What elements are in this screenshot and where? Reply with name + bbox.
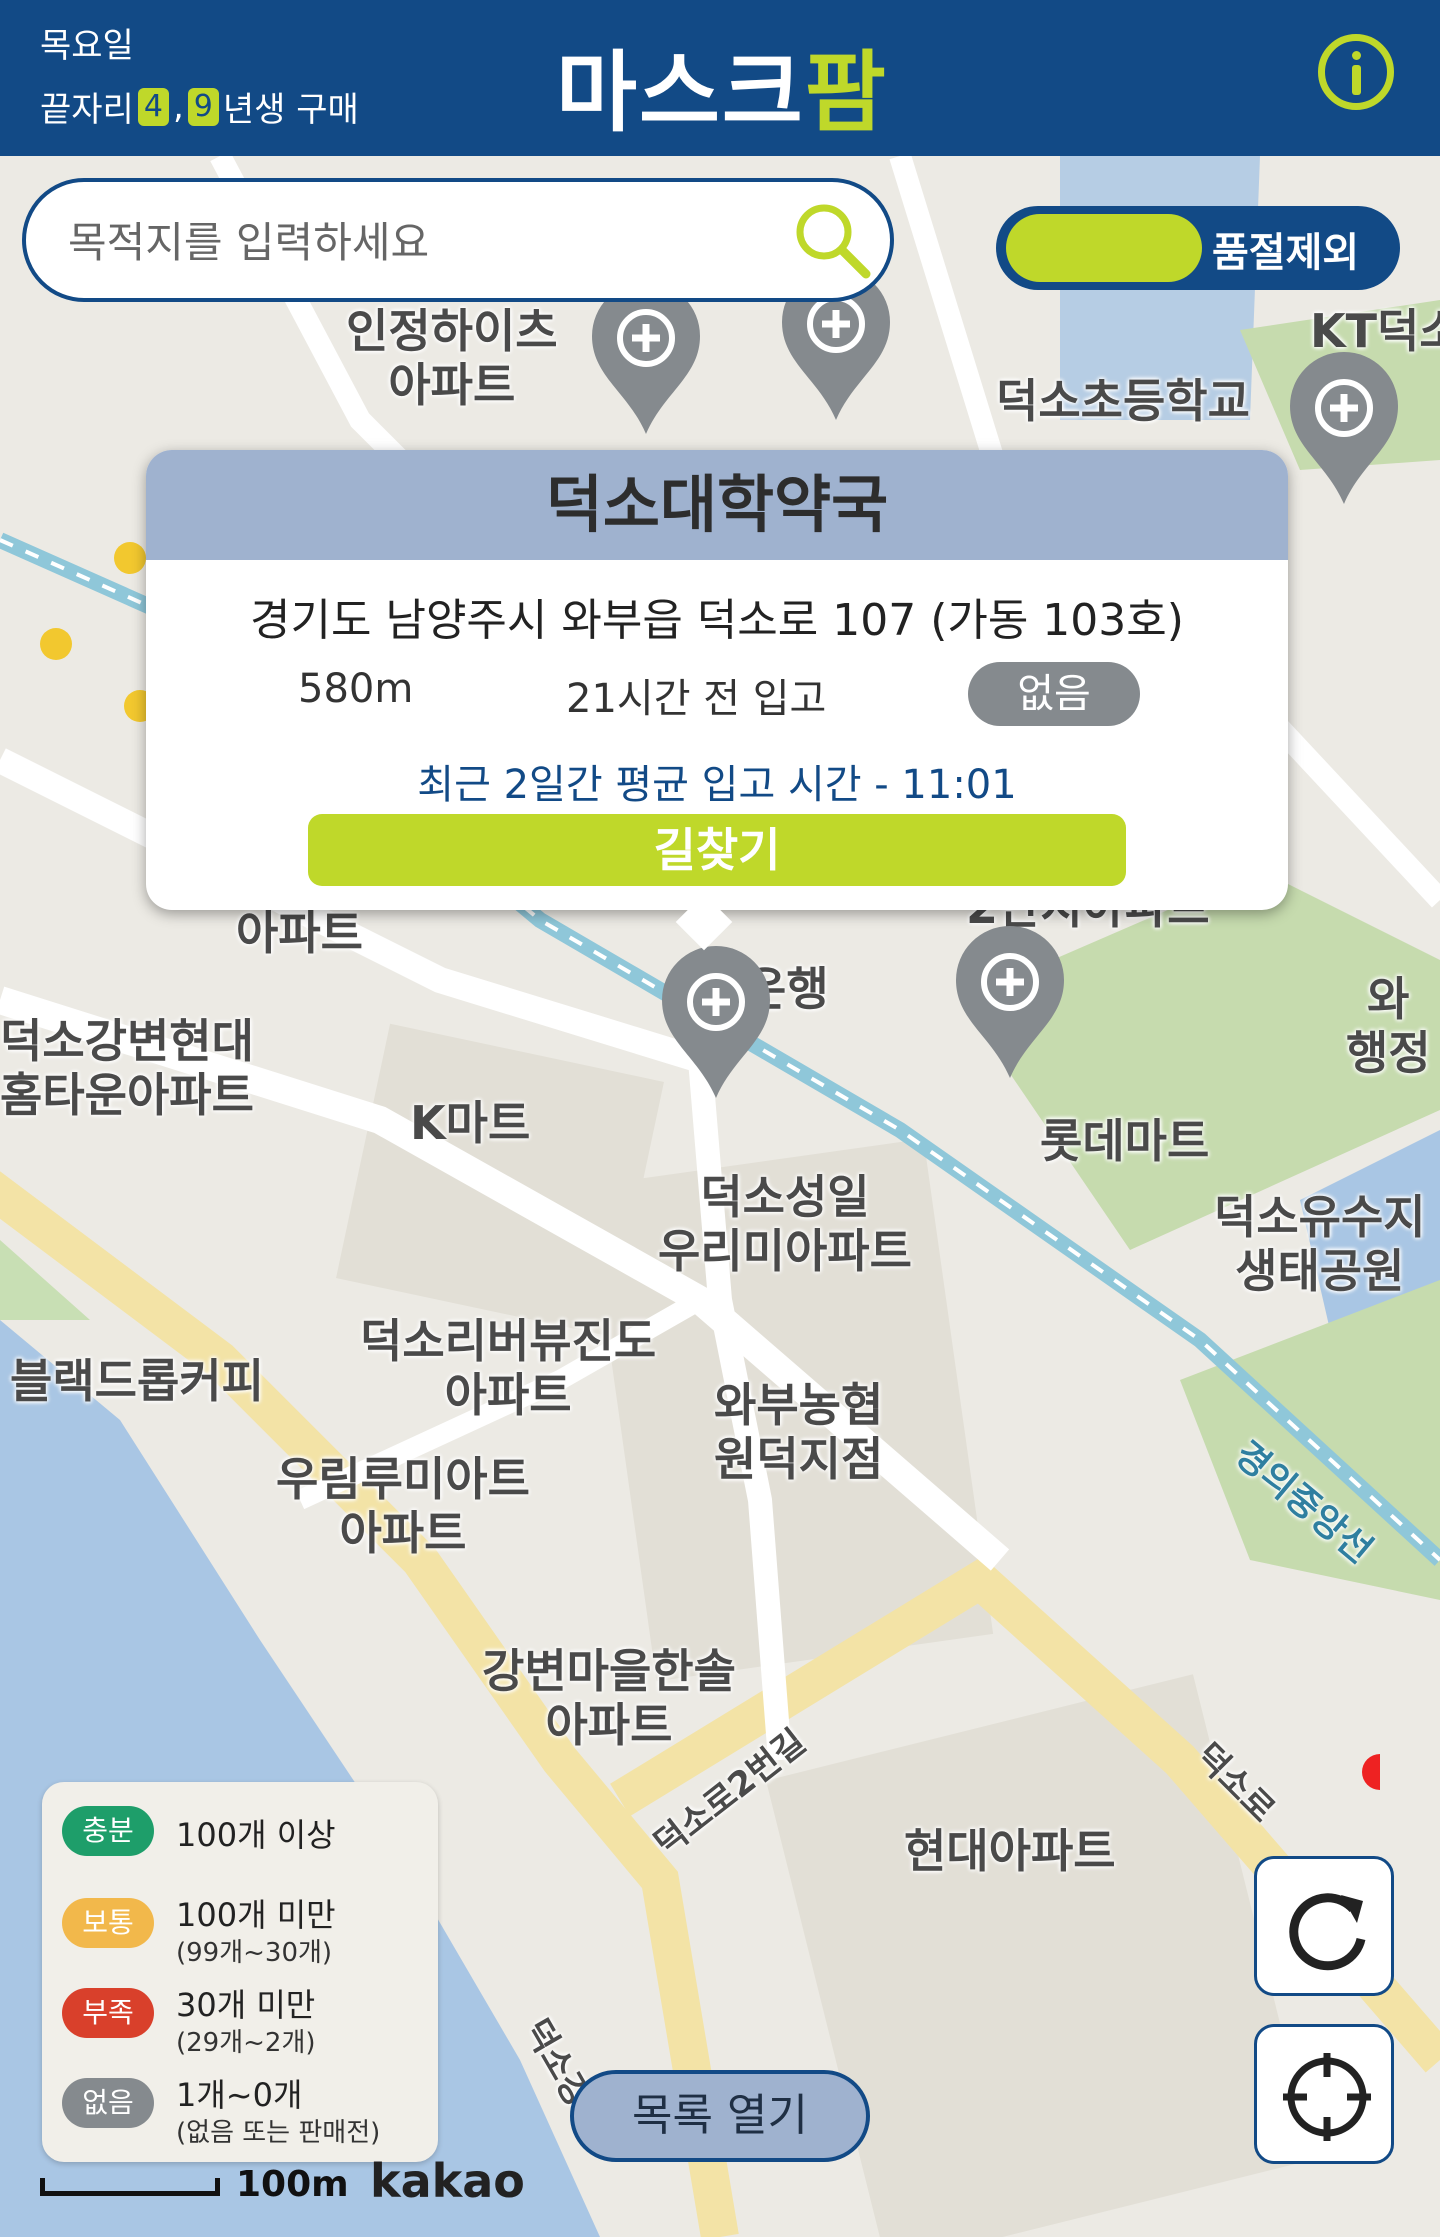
legend-item-low: 부족 30개 미만 (29개~2개) xyxy=(62,1978,432,2058)
legend-main: 100개 이상 xyxy=(176,1816,336,1854)
search-input[interactable] xyxy=(66,206,770,278)
toggle-label: 품절제외 xyxy=(1212,230,1360,276)
pharmacy-name: 덕소대학약국 xyxy=(146,450,1288,560)
legend-main: 30개 미만 xyxy=(176,1986,316,2024)
map-label: K마트 xyxy=(410,1096,531,1150)
rule-suffix: 년생 구매 xyxy=(222,90,359,130)
day-of-week: 목요일 xyxy=(40,26,134,66)
legend-sub: (29개~2개) xyxy=(176,2028,316,2058)
map-label: 덕소리버뷰진도 아파트 xyxy=(360,1314,657,1422)
map-attribution: kakao xyxy=(370,2154,525,2208)
legend-main: 100개 미만 xyxy=(176,1896,336,1934)
scale-label: 100m xyxy=(236,2164,349,2205)
map-label: 블랙드롭커피 xyxy=(10,1354,264,1408)
legend-sub: (없음 또는 판매전) xyxy=(176,2118,381,2148)
stock-legend: 충분 100개 이상 보통 100개 미만 (99개~30개) 부족 30개 미… xyxy=(42,1782,438,2162)
crosshair-icon[interactable] xyxy=(1257,2027,1397,2167)
map-label: 덕소강변현대 홈타운아파트 xyxy=(0,1014,254,1122)
map-label: 우림루미아트 아파트 xyxy=(276,1452,530,1560)
legend-item-normal: 보통 100개 미만 (99개~30개) xyxy=(62,1888,432,1968)
rule-separator: , xyxy=(172,86,184,127)
pharmacy-info-popup: 덕소대학약국 경기도 남양주시 와부읍 덕소로 107 (가동 103호) 58… xyxy=(146,450,1288,951)
map-label: 현대아파트 xyxy=(904,1824,1116,1878)
pharmacy-marker[interactable] xyxy=(952,924,1068,1080)
logo-accent: 팜 xyxy=(804,41,888,144)
search-icon[interactable] xyxy=(792,200,872,280)
digit-badge: 4 xyxy=(137,87,169,126)
app-header: 목요일 끝자리 4 , 9 년생 구매 마스크팜 xyxy=(0,0,1440,156)
purchase-rule: 끝자리 4 , 9 년생 구매 xyxy=(40,82,359,131)
my-location-button[interactable] xyxy=(1254,2024,1394,2164)
average-arrival-time: 최근 2일간 평균 입고 시간 - 11:01 xyxy=(417,762,1017,808)
map-label: 와 행정 xyxy=(1346,972,1431,1080)
info-icon[interactable] xyxy=(1318,34,1394,110)
directions-button[interactable]: 길찾기 xyxy=(308,814,1126,886)
toggle-knob[interactable] xyxy=(1006,214,1202,282)
map-label: 인정하이츠 아파트 xyxy=(346,304,558,412)
refresh-button[interactable] xyxy=(1254,1856,1394,1996)
legend-badge: 충분 xyxy=(62,1806,154,1856)
map-label: 롯데마트 xyxy=(1040,1114,1210,1168)
pharmacy-marker-selected[interactable] xyxy=(658,944,774,1100)
legend-badge: 부족 xyxy=(62,1988,154,2038)
rule-prefix: 끝자리 xyxy=(40,90,134,130)
scale-bar xyxy=(40,2178,220,2196)
legend-badge: 보통 xyxy=(62,1898,154,1948)
map-label: 아파트 xyxy=(236,906,363,960)
map-label: 와부농협 원덕지점 xyxy=(714,1378,884,1486)
legend-item-none: 없음 1개~0개 (없음 또는 판매전) xyxy=(62,2068,432,2148)
legend-sub: (99개~30개) xyxy=(176,1938,333,1968)
pharmacy-address: 경기도 남양주시 와부읍 덕소로 107 (가동 103호) xyxy=(250,595,1184,646)
pharmacy-marker[interactable] xyxy=(1286,350,1402,506)
map-label: 덕소유수지 생태공원 xyxy=(1214,1190,1426,1298)
legend-badge: 없음 xyxy=(62,2078,154,2128)
map-label: 덕소성일 우리미아파트 xyxy=(658,1170,912,1278)
pharmacy-distance: 580m xyxy=(298,666,414,712)
logo-main: 마스크 xyxy=(556,41,805,144)
legend-item-sufficient: 충분 100개 이상 xyxy=(62,1796,432,1876)
stock-arrival-time: 21시간 전 입고 xyxy=(566,676,827,722)
map-label: 강변마을한솔 아파트 xyxy=(482,1644,736,1752)
stock-status-badge: 없음 xyxy=(968,662,1140,726)
pharmacy-marker[interactable] xyxy=(588,280,704,436)
refresh-icon[interactable] xyxy=(1257,1859,1397,1999)
map-label: 덕소초등학교 xyxy=(996,374,1250,428)
sold-out-exclude-toggle[interactable]: 품절제외 xyxy=(996,206,1400,290)
search-bar[interactable] xyxy=(22,178,894,302)
app-logo: 마스크팜 xyxy=(556,22,888,149)
legend-main: 1개~0개 xyxy=(176,2076,303,2114)
open-list-button[interactable]: 목록 열기 xyxy=(570,2070,870,2162)
digit-badge: 9 xyxy=(187,87,219,126)
